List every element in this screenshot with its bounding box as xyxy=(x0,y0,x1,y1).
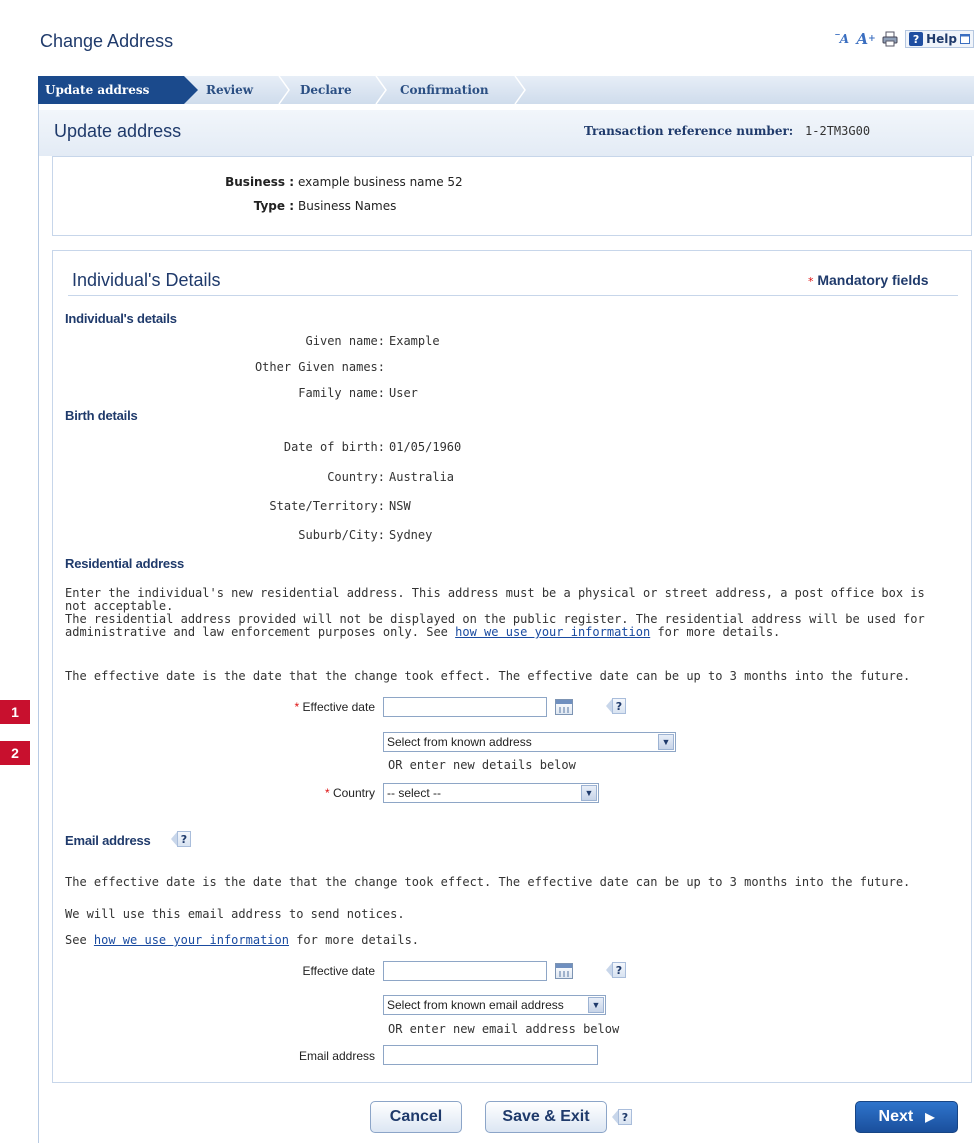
residential-effective-date-label: * Effective date xyxy=(294,700,375,714)
arrow-right-icon: ▶ xyxy=(925,1110,935,1124)
step-confirmation: Confirmation xyxy=(400,83,489,97)
dob-value: 01/05/1960 xyxy=(389,440,462,454)
given-name-value: Example xyxy=(389,334,440,348)
individual-details-panel xyxy=(52,250,972,1083)
email-effective-note: The effective date is the date that the … xyxy=(65,875,911,889)
email-address-heading: Email address xyxy=(65,833,151,848)
wizard-steps: Update address Review Declare Confirmati… xyxy=(38,76,974,104)
individual-details-heading: Individual's details xyxy=(65,311,177,326)
chevron-down-icon: ▼ xyxy=(581,785,597,801)
family-name-label: Family name: xyxy=(298,386,385,400)
residential-privacy-note: The residential address provided will no… xyxy=(65,612,925,639)
window-icon xyxy=(960,34,970,44)
business-value: example business name 52 xyxy=(298,175,463,189)
step-separator xyxy=(514,76,526,104)
email-notice-text: We will use this email address to send n… xyxy=(65,907,405,921)
next-button[interactable]: Next ▶ xyxy=(855,1101,958,1133)
help-button[interactable]: ? Help xyxy=(905,30,974,48)
birth-country-label: Country: xyxy=(327,470,385,484)
country-label: * Country xyxy=(324,786,375,800)
business-label: Business : xyxy=(225,175,294,189)
chevron-down-icon: ▼ xyxy=(588,997,604,1013)
page-title: Change Address xyxy=(40,31,174,51)
birth-suburb-value: Sydney xyxy=(389,528,433,542)
transaction-reference-value: 1-2TM3G00 xyxy=(805,124,871,138)
email-effective-date-label: Effective date xyxy=(302,964,376,978)
step-declare: Declare xyxy=(300,83,352,97)
known-address-select[interactable]: Select from known address ▼ xyxy=(383,732,676,752)
how-we-use-info-link[interactable]: how we use your information xyxy=(94,933,289,947)
help-question-icon[interactable]: ? xyxy=(612,1108,632,1126)
known-email-select[interactable]: Select from known email address ▼ xyxy=(383,995,606,1015)
email-address-label: Email address xyxy=(298,1049,375,1063)
help-label: Help xyxy=(926,32,957,46)
step-update-address: Update address xyxy=(38,76,184,104)
increase-font-icon[interactable]: A + xyxy=(857,30,876,48)
help-icon: ? xyxy=(909,32,924,46)
given-name-label: Given name: xyxy=(305,334,385,348)
help-question-icon[interactable]: ? xyxy=(606,697,626,715)
or-enter-new-details: OR enter new details below xyxy=(388,758,576,772)
print-icon[interactable] xyxy=(881,30,899,48)
mandatory-note: * Mandatory fields xyxy=(808,272,929,288)
residential-instructions: Enter the individual's new residential a… xyxy=(65,586,925,613)
step-badge: 2 xyxy=(0,741,30,765)
family-name-value: User xyxy=(389,386,418,400)
business-summary xyxy=(52,156,972,236)
type-label: Type : xyxy=(253,199,294,213)
birth-state-value: NSW xyxy=(389,499,411,513)
birth-suburb-label: Suburb/City: xyxy=(298,528,385,542)
step-separator xyxy=(278,76,290,104)
step-badge: 1 xyxy=(0,700,30,724)
help-question-icon[interactable]: ? xyxy=(606,961,626,979)
transaction-reference: Transaction reference number: 1-2TM3G00 xyxy=(584,124,870,138)
birth-country-value: Australia xyxy=(389,470,455,484)
section-title: Update address xyxy=(54,121,182,141)
residential-effective-note: The effective date is the date that the … xyxy=(65,669,911,683)
how-we-use-info-link[interactable]: how we use your information xyxy=(455,625,650,639)
help-question-icon[interactable]: ? xyxy=(171,830,191,848)
or-enter-new-email: OR enter new email address below xyxy=(388,1022,620,1036)
divider xyxy=(68,295,958,296)
dob-label: Date of birth: xyxy=(283,440,385,454)
residential-address-heading: Residential address xyxy=(65,556,185,571)
save-exit-button[interactable]: Save & Exit xyxy=(485,1101,607,1133)
birth-details-heading: Birth details xyxy=(65,408,138,423)
other-given-names-label: Other Given names: xyxy=(254,360,385,374)
birth-state-label: State/Territory: xyxy=(269,499,385,513)
calendar-icon[interactable] xyxy=(555,699,573,715)
email-info-note: See how we use your information for more… xyxy=(65,933,420,947)
page-tools: ‾ A A + ? Help xyxy=(833,28,974,50)
step-review: Review xyxy=(206,83,254,97)
country-select[interactable]: -- select -- ▼ xyxy=(383,783,599,803)
decrease-font-icon[interactable]: ‾ A xyxy=(833,30,851,48)
transaction-reference-label: Transaction reference number: xyxy=(584,124,794,138)
email-effective-date-input[interactable] xyxy=(383,961,547,981)
cancel-button[interactable]: Cancel xyxy=(370,1101,462,1133)
chevron-down-icon: ▼ xyxy=(658,734,674,750)
email-address-input[interactable] xyxy=(383,1045,598,1065)
calendar-icon[interactable] xyxy=(555,963,573,979)
step-separator xyxy=(184,76,198,104)
step-separator xyxy=(375,76,387,104)
type-value: Business Names xyxy=(298,199,397,213)
residential-effective-date-input[interactable] xyxy=(383,697,547,717)
details-title: Individual's Details xyxy=(72,270,221,290)
